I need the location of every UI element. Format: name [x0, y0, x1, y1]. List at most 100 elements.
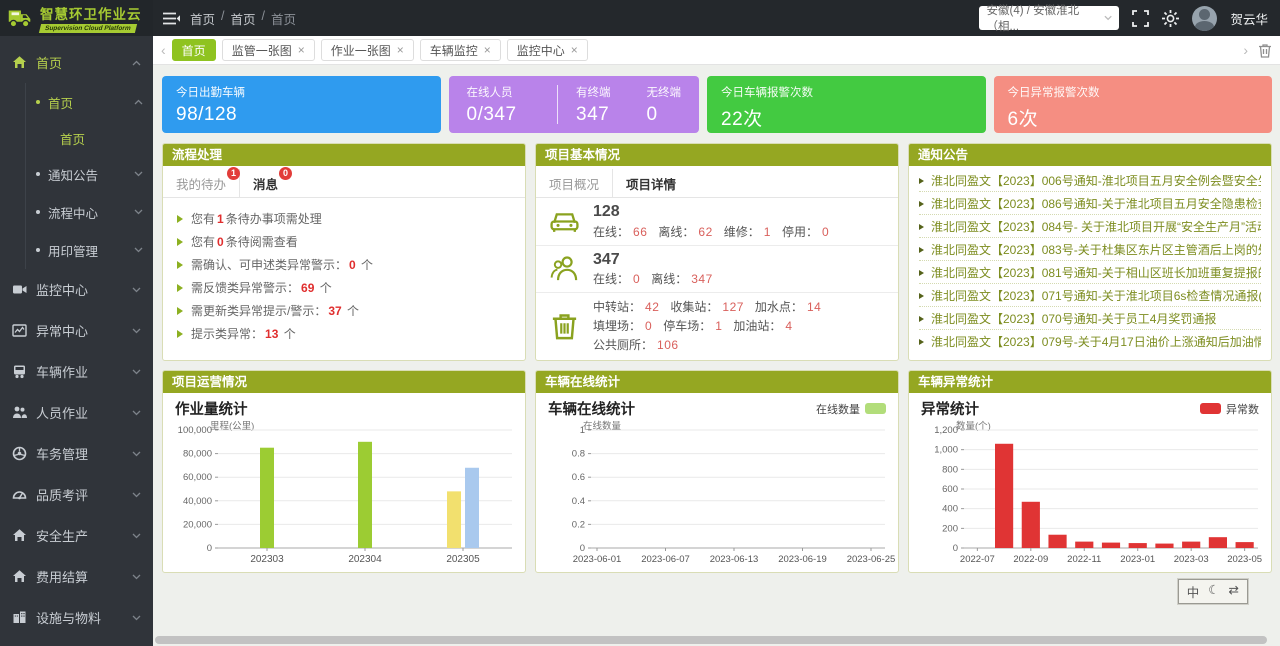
project-row: 347在线：0离线：347	[536, 246, 898, 294]
chevron-down-icon	[1104, 15, 1112, 21]
process-item[interactable]: 提示类异常：13 个	[177, 322, 511, 345]
tab-close-icon[interactable]: ×	[571, 43, 578, 57]
quality-review-icon	[12, 487, 27, 502]
badge: 0	[279, 167, 292, 180]
process-item[interactable]: 需确认、可申述类异常警示：0 个	[177, 253, 511, 276]
notice-item[interactable]: 淮北同盈文【2023】070号通知-关于员工4月奖罚通报	[919, 307, 1261, 330]
legend-swatch	[865, 403, 886, 414]
bullet-icon	[36, 248, 40, 252]
process-item[interactable]: 您有0条待阅需查看	[177, 230, 511, 253]
tab-0[interactable]: 首页	[172, 39, 216, 61]
process-tab-0[interactable]: 我的待办1	[163, 169, 240, 197]
project-tab-1[interactable]: 项目详情	[613, 169, 689, 197]
svg-text:400: 400	[942, 504, 958, 515]
project-overview: 128在线：66离线：62维修：1停用：0347在线：0离线：347中转站：42…	[536, 198, 898, 360]
legend-label: 异常数	[1226, 401, 1259, 417]
tab-3[interactable]: 车辆监控×	[420, 39, 501, 61]
sidebar-item-label: 监控中心	[36, 280, 88, 299]
chevron-down-icon	[132, 287, 141, 293]
breadcrumb-item[interactable]: 首页	[271, 9, 296, 28]
process-item[interactable]: 需反馈类异常警示：69 个	[177, 276, 511, 299]
triangle-bullet-icon	[919, 339, 924, 345]
sidebar-item-3[interactable]: 车辆作业	[0, 351, 153, 392]
tab-1[interactable]: 监管一张图 ×	[222, 39, 315, 61]
notice-item[interactable]: 淮北同盈文【2023】086号通知-关于淮北项目五月安全隐患检查情况通告	[919, 192, 1261, 215]
ime-button-2[interactable]: ⇄	[1229, 582, 1239, 601]
card-label: 今日异常报警次数	[1008, 84, 1259, 100]
sidebar-item-8[interactable]: 费用结算	[0, 556, 153, 597]
close-all-tabs-trash-icon[interactable]	[1258, 43, 1272, 58]
notice-item[interactable]: 淮北同盈文【2023】083号-关于杜集区东片区主管酒后上岗的处罚通告	[919, 238, 1261, 261]
tab-2[interactable]: 作业一张图×	[321, 39, 414, 61]
tabs-scroll-left-icon[interactable]: ‹	[161, 43, 166, 57]
sidebar-item-label: 车辆作业	[36, 362, 88, 381]
sidebar-item-7[interactable]: 安全生产	[0, 515, 153, 556]
vehicle-online-chart-header: 车辆在线统计 在线数量	[536, 393, 898, 419]
process-tab-1[interactable]: 消息0	[240, 169, 291, 197]
process-item[interactable]: 您有1条待办事项需处理	[177, 207, 511, 230]
sidebar-item-5[interactable]: 车务管理	[0, 433, 153, 474]
breadcrumb-item[interactable]: 首页	[190, 9, 215, 28]
ime-button-1[interactable]: ☾	[1208, 582, 1219, 601]
notice-item[interactable]: 淮北同盈文【2023】079号-关于4月17日油价上涨通知后加油情况通报	[919, 330, 1261, 352]
chevron-down-icon	[132, 574, 141, 580]
triangle-bullet-icon	[177, 261, 183, 269]
tab-label: 监管一张图	[232, 42, 292, 59]
tab-close-icon[interactable]: ×	[484, 43, 491, 57]
notice-item[interactable]: 淮北同盈文【2023】006号通知-淮北项目五月安全例会暨安全生产月启动会…	[919, 169, 1261, 192]
operation-chart-title: 作业量统计	[175, 398, 248, 419]
notice-item[interactable]: 淮北同盈文【2023】081号通知-关于相山区班长加班重复提报的通报	[919, 261, 1261, 284]
notice-item[interactable]: 淮北同盈文【2023】071号通知-关于淮北项目6s检查情况通报(2)(2)	[919, 284, 1261, 307]
user-avatar[interactable]	[1192, 6, 1217, 31]
sidebar-item-4[interactable]: 人员作业	[0, 392, 153, 433]
svg-text:2023-03: 2023-03	[1174, 554, 1209, 565]
sidebar-item-label: 费用结算	[36, 567, 88, 586]
ime-button-0[interactable]: 中	[1187, 582, 1200, 601]
svg-text:0: 0	[207, 543, 212, 554]
vehicle-online-chart-title: 车辆在线统计	[548, 398, 635, 419]
brand-subtitle: Supervision Cloud Platform	[39, 24, 137, 33]
tab-close-icon[interactable]: ×	[397, 43, 404, 57]
project-row-stats: 公共厕所：106	[593, 336, 832, 355]
svg-text:202304: 202304	[348, 554, 382, 565]
sidebar-item-1[interactable]: 监控中心	[0, 269, 153, 310]
breadcrumb-item[interactable]: 首页	[231, 9, 256, 28]
fullscreen-icon[interactable]	[1132, 10, 1149, 27]
tab-4[interactable]: 监控中心×	[507, 39, 588, 61]
vehicle-work-icon	[12, 364, 27, 379]
sidebar-item-6[interactable]: 品质考评	[0, 474, 153, 515]
gear-icon[interactable]	[1162, 10, 1179, 27]
collapse-sidebar-icon[interactable]	[163, 12, 180, 25]
process-item[interactable]: 需更新类异常提示/警示：37 个	[177, 299, 511, 322]
sidebar-leaf-item[interactable]: 首页	[26, 121, 153, 155]
home-icon	[12, 55, 27, 70]
sidebar-item-label: 车务管理	[36, 444, 88, 463]
scrollbar-thumb[interactable]	[155, 636, 1267, 644]
process-panel-title: 流程处理	[163, 144, 525, 166]
notice-item-text: 淮北同盈文【2023】071号通知-关于淮北项目6s检查情况通报(2)(2)	[931, 287, 1261, 304]
sidebar-item-0[interactable]: 首页	[0, 42, 153, 83]
sidebar-item-9[interactable]: 设施与物料	[0, 597, 153, 638]
project-tab-0[interactable]: 项目概况	[536, 169, 613, 197]
svg-text:1,000: 1,000	[934, 445, 958, 456]
process-item-text: 您有0条待阅需查看	[191, 233, 298, 250]
tabs-scroll-right-icon[interactable]: ›	[1243, 43, 1248, 57]
card-value: 6次	[1008, 104, 1259, 131]
tab-close-icon[interactable]: ×	[298, 43, 305, 57]
sidebar-subitem-label: 通知公告	[48, 165, 98, 184]
triangle-bullet-icon	[177, 330, 183, 338]
vehicle-online-legend: 在线数量	[816, 401, 886, 417]
app-window: 智慧环卫作业云 Supervision Cloud Platform 首页首页首…	[0, 0, 1280, 646]
notice-item-text: 淮北同盈文【2023】086号通知-关于淮北项目五月安全隐患检查情况通告	[931, 195, 1261, 212]
sidebar-subitem-2[interactable]: 流程中心	[26, 193, 153, 231]
sidebar-item-label: 品质考评	[36, 485, 88, 504]
card-label: 在线人员	[467, 84, 540, 100]
sidebar-subitem-0[interactable]: 首页	[26, 83, 153, 121]
region-select[interactable]: 安徽(4) / 安徽淮北（相...	[979, 6, 1119, 30]
sidebar-subitem-1[interactable]: 通知公告	[26, 155, 153, 193]
panel-grid: 流程处理 我的待办1消息0 您有1条待办事项需处理您有0条待阅需查看需确认、可申…	[162, 143, 1272, 573]
sidebar-item-2[interactable]: 异常中心	[0, 310, 153, 351]
notice-item[interactable]: 淮北同盈文【2023】084号- 关于淮北项目开展“安全生产月”活动的通知	[919, 215, 1261, 238]
notices-panel: 通知公告 淮北同盈文【2023】006号通知-淮北项目五月安全例会暨安全生产月启…	[908, 143, 1272, 361]
sidebar-subitem-3[interactable]: 用印管理	[26, 231, 153, 269]
